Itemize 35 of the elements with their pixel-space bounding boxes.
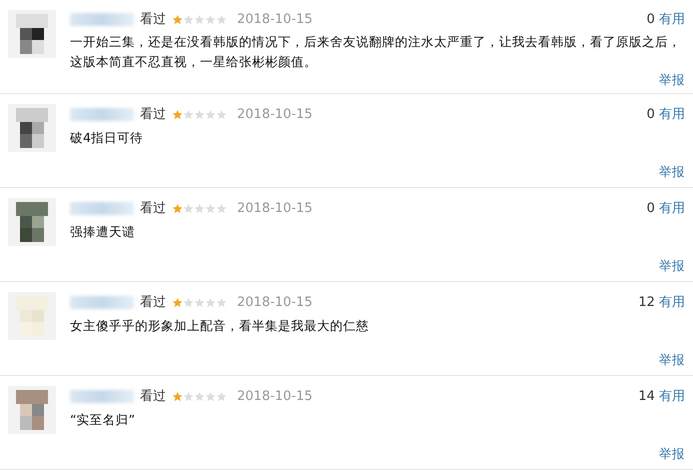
blurred-username — [70, 108, 134, 120]
useful-link[interactable]: 有用 — [659, 107, 685, 122]
useful-link[interactable]: 有用 — [659, 201, 685, 216]
blurred-username — [70, 390, 134, 402]
useful-link[interactable]: 有用 — [659, 389, 685, 404]
comment-text: 破4指日可待 — [70, 129, 144, 147]
blurred-username — [70, 12, 134, 26]
vote-count: 14 有用 — [638, 388, 685, 405]
report-link[interactable]: 举报 — [659, 72, 685, 89]
comment-date: 2018-10-15 — [237, 294, 313, 310]
useful-link[interactable]: 有用 — [659, 295, 685, 310]
blurred-username — [70, 202, 134, 214]
watch-status: 看过 — [140, 388, 166, 405]
comment-date: 2018-10-15 — [237, 12, 313, 26]
vote-count: 12 有用 — [638, 294, 685, 311]
report-link[interactable]: 举报 — [659, 446, 685, 463]
comment-date: 2018-10-15 — [237, 200, 313, 216]
vote-count: 0 有用 — [646, 200, 685, 217]
comment-text: 一开始三集，还是在没看韩版的情况下，后来舍友说翻牌的注水太严重了，让我去看韩版，看了原版之后，这版本简直不忍直视，一星给张彬彬颜值。 — [70, 33, 682, 71]
report-link[interactable]: 举报 — [659, 352, 685, 369]
comment-text: 女主傻乎乎的形象加上配音，看半集是我最大的仁慈 — [70, 317, 370, 335]
report-link[interactable]: 举报 — [659, 258, 685, 275]
vote-count: 0 有用 — [646, 106, 685, 123]
watch-status: 看过 — [140, 106, 166, 123]
report-link[interactable]: 举报 — [659, 164, 685, 181]
vote-count: 0 有用 — [646, 11, 685, 28]
comment-date: 2018-10-15 — [237, 106, 313, 122]
watch-status: 看过 — [140, 294, 166, 311]
useful-link[interactable]: 有用 — [659, 12, 685, 27]
blurred-username — [70, 296, 134, 308]
watch-status: 看过 — [140, 200, 166, 217]
comment-text: 强捧遭天谴 — [70, 223, 136, 241]
comment-text: “实至名归” — [70, 411, 136, 429]
comment-date: 2018-10-15 — [237, 388, 313, 404]
watch-status: 看过 — [140, 11, 166, 28]
